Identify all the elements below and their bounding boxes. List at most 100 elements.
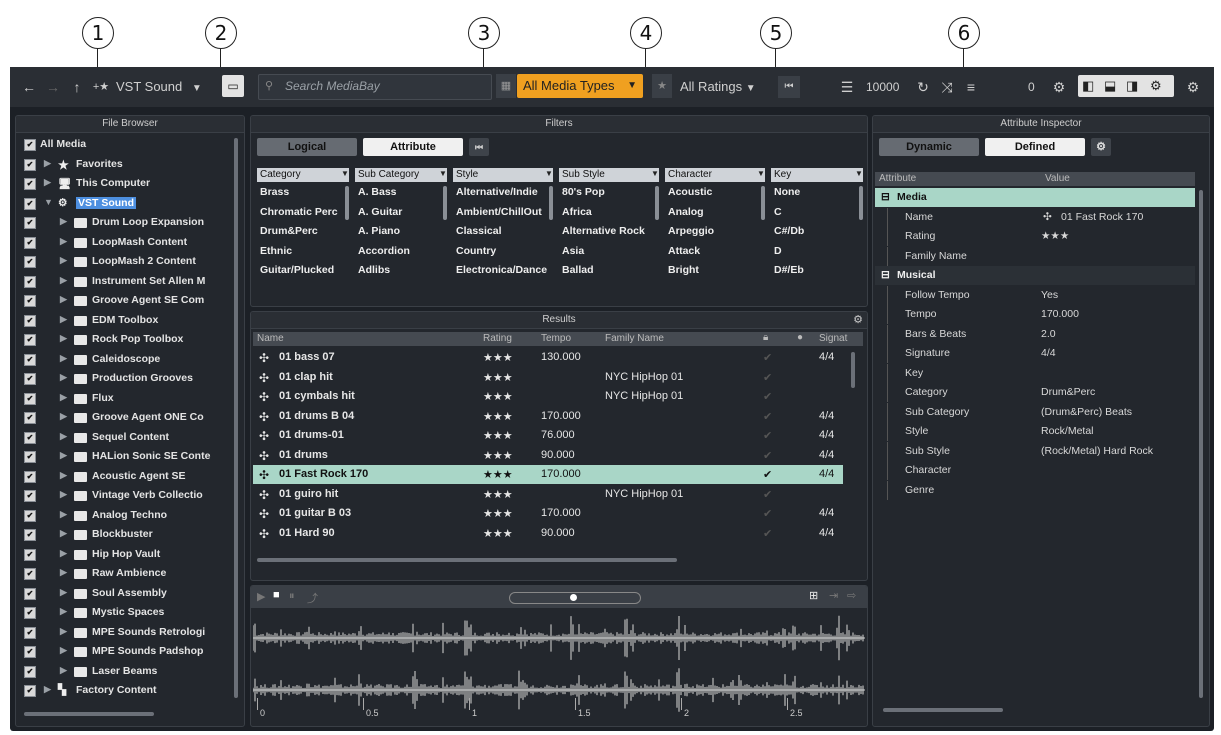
tab-dynamic[interactable]: Dynamic	[879, 138, 979, 156]
waveform-display[interactable]	[253, 610, 865, 722]
filter-value[interactable]: Adlibs	[358, 264, 442, 276]
attribute-value[interactable]: Yes	[1041, 289, 1058, 301]
filter-column-scrollbar[interactable]	[859, 186, 863, 220]
expand-triangle-icon[interactable]: ▶	[60, 333, 67, 344]
insert-icon[interactable]: ⇥	[829, 589, 838, 602]
filter-column-header[interactable]: Sub Category	[355, 168, 447, 182]
attribute-value[interactable]: Drum&Perc	[1041, 386, 1095, 398]
filter-value[interactable]: Drum&Perc	[260, 225, 344, 237]
inspector-row[interactable]: Family Name	[875, 246, 1195, 266]
list-icon[interactable]: ☰	[836, 76, 858, 98]
arrow-left-icon[interactable]: ←	[18, 76, 40, 98]
auto-play-icon[interactable]: ⊞	[809, 589, 818, 602]
filter-column-header[interactable]: Style	[453, 168, 553, 182]
inspector-hscrollbar[interactable]	[883, 708, 1003, 712]
filter-value[interactable]: D	[774, 245, 858, 257]
table-row[interactable]: ✣ 01 drums ★★★ 90.000 ✔ 4/4	[253, 446, 843, 465]
dropdown-arrow-icon[interactable]: ▼	[855, 169, 863, 178]
filter-value[interactable]: D#/Eb	[774, 264, 858, 276]
file-browser-hscrollbar[interactable]	[24, 712, 154, 716]
checkbox[interactable]: ✔	[24, 607, 36, 619]
filter-value[interactable]: Bright	[668, 264, 760, 276]
attribute-value[interactable]: (Drum&Perc) Beats	[1041, 406, 1132, 418]
filter-value[interactable]: Arpeggio	[668, 225, 760, 237]
attribute-value[interactable]: Rock/Metal	[1041, 425, 1094, 437]
tree-item[interactable]: ✔ ▶ Groove Agent ONE Co	[16, 409, 226, 428]
expand-triangle-icon[interactable]: ▶	[44, 177, 51, 188]
filter-value[interactable]: Acoustic	[668, 186, 760, 198]
filter-value[interactable]: Ballad	[562, 264, 654, 276]
group-collapse-icon[interactable]: ⊟	[881, 269, 890, 281]
expand-triangle-icon[interactable]: ▶	[44, 684, 51, 695]
filter-value[interactable]: Asia	[562, 245, 654, 257]
row-rating[interactable]: ★★★	[483, 507, 513, 520]
expand-triangle-icon[interactable]: ▶	[60, 626, 67, 637]
checkbox[interactable]: ✔	[24, 392, 36, 405]
expand-triangle-icon[interactable]: ▶	[44, 158, 51, 169]
tree-item[interactable]: ✔ ▶ Mystic Spaces	[16, 604, 226, 623]
table-row[interactable]: ✣ 01 bass 07 ★★★ 130.000 ✔ 4/4	[253, 348, 843, 367]
table-row[interactable]: ✣ 01 clap hit ★★★ NYC HipHop 01 ✔	[253, 368, 843, 387]
attribute-value[interactable]: ★★★	[1041, 230, 1069, 242]
volume-slider-knob[interactable]	[570, 594, 577, 601]
dropdown-arrow-icon[interactable]: ▼	[341, 169, 349, 178]
expand-triangle-icon[interactable]: ▶	[60, 392, 67, 403]
expand-triangle-icon[interactable]: ▶	[60, 470, 67, 481]
filter-column-header[interactable]: Sub Style	[559, 168, 659, 182]
layout-right-icon[interactable]: ◨	[1126, 78, 1138, 94]
expand-triangle-icon[interactable]: ▶	[60, 275, 67, 286]
filter-column-header[interactable]: Key	[771, 168, 863, 182]
checkbox[interactable]: ✔	[24, 646, 36, 658]
tree-item[interactable]: ✔ ▶ MPE Sounds Padshop	[16, 643, 226, 662]
layout-left-icon[interactable]: ◧	[1082, 78, 1094, 94]
row-rating[interactable]: ★★★	[483, 351, 513, 364]
inspector-row[interactable]: Sub Style (Rock/Metal) Hard Rock	[875, 441, 1195, 461]
tree-item[interactable]: ✔ ▶ Sequel Content	[16, 429, 226, 448]
gear-icon[interactable]: ⚙	[1048, 76, 1070, 98]
tree-item[interactable]: ✔ ▶ Soul Assembly	[16, 585, 226, 604]
expand-triangle-icon[interactable]: ▶	[60, 587, 67, 598]
checkbox[interactable]: ✔	[24, 353, 36, 366]
checkbox[interactable]: ✔	[24, 431, 36, 444]
row-rating[interactable]: ★★★	[483, 468, 513, 481]
media-type-selector[interactable]: All Media Types ▼	[517, 74, 643, 98]
expand-triangle-icon[interactable]: ▶	[60, 528, 67, 539]
results-settings-icon[interactable]: ⚙	[853, 313, 863, 326]
col-family[interactable]: Family Name	[605, 333, 664, 344]
expand-triangle-icon[interactable]: ▶	[60, 294, 67, 305]
inspector-row[interactable]: Sub Category (Drum&Perc) Beats	[875, 402, 1195, 422]
table-row[interactable]: ✣ 01 cymbals hit ★★★ NYC HipHop 01 ✔	[253, 387, 843, 406]
checkbox[interactable]: ✔	[24, 470, 36, 483]
dropdown-arrow-icon[interactable]: ▼	[757, 169, 765, 178]
inspector-row[interactable]: Genre	[875, 480, 1195, 500]
filter-value[interactable]: Electronica/Dance	[456, 264, 548, 276]
reset-filter-icon[interactable]: ⏮	[778, 76, 800, 98]
row-rating[interactable]: ★★★	[483, 429, 513, 442]
checkbox[interactable]: ✔	[24, 295, 36, 307]
tree-item[interactable]: ✔ ▶ Instrument Set Allen M	[16, 273, 226, 292]
expand-triangle-icon[interactable]: ▶	[60, 606, 67, 617]
checkbox[interactable]: ✔	[24, 158, 36, 171]
col-value[interactable]: Value	[1045, 173, 1070, 184]
tree-item[interactable]: ✔ ▶ Hip Hop Vault	[16, 546, 226, 565]
filter-value[interactable]: Alternative Rock	[562, 225, 654, 237]
table-row[interactable]: ✣ 01 guitar B 03 ★★★ 170.000 ✔ 4/4	[253, 504, 843, 523]
tree-item[interactable]: ✔ ▶ Vintage Verb Collectio	[16, 487, 226, 506]
favorite-add-icon[interactable]: +★	[90, 76, 112, 98]
checkbox[interactable]: ✔	[24, 197, 36, 210]
filter-column-scrollbar[interactable]	[655, 186, 659, 220]
tree-item[interactable]: ✔ ▶ Production Grooves	[16, 370, 226, 389]
filter-column-header[interactable]: Category	[257, 168, 349, 182]
expand-triangle-icon[interactable]: ▶	[60, 411, 67, 422]
inspector-row[interactable]: Signature 4/4	[875, 344, 1195, 363]
checkbox[interactable]: ✔	[24, 665, 36, 678]
col-signature[interactable]: Signat	[819, 333, 847, 344]
expand-triangle-icon[interactable]: ▶	[60, 255, 67, 266]
row-rating[interactable]: ★★★	[483, 488, 513, 501]
dropdown-arrow-icon[interactable]: ▼	[439, 169, 447, 178]
filter-value[interactable]: Attack	[668, 245, 760, 257]
table-row[interactable]: ✣ 01 drums B 04 ★★★ 170.000 ✔ 4/4	[253, 407, 843, 426]
tree-item[interactable]: ✔ ▼ ⚙ VST Sound	[16, 195, 226, 214]
inspector-row[interactable]: Tempo 170.000	[875, 305, 1195, 324]
expand-triangle-icon[interactable]: ▶	[60, 216, 67, 227]
